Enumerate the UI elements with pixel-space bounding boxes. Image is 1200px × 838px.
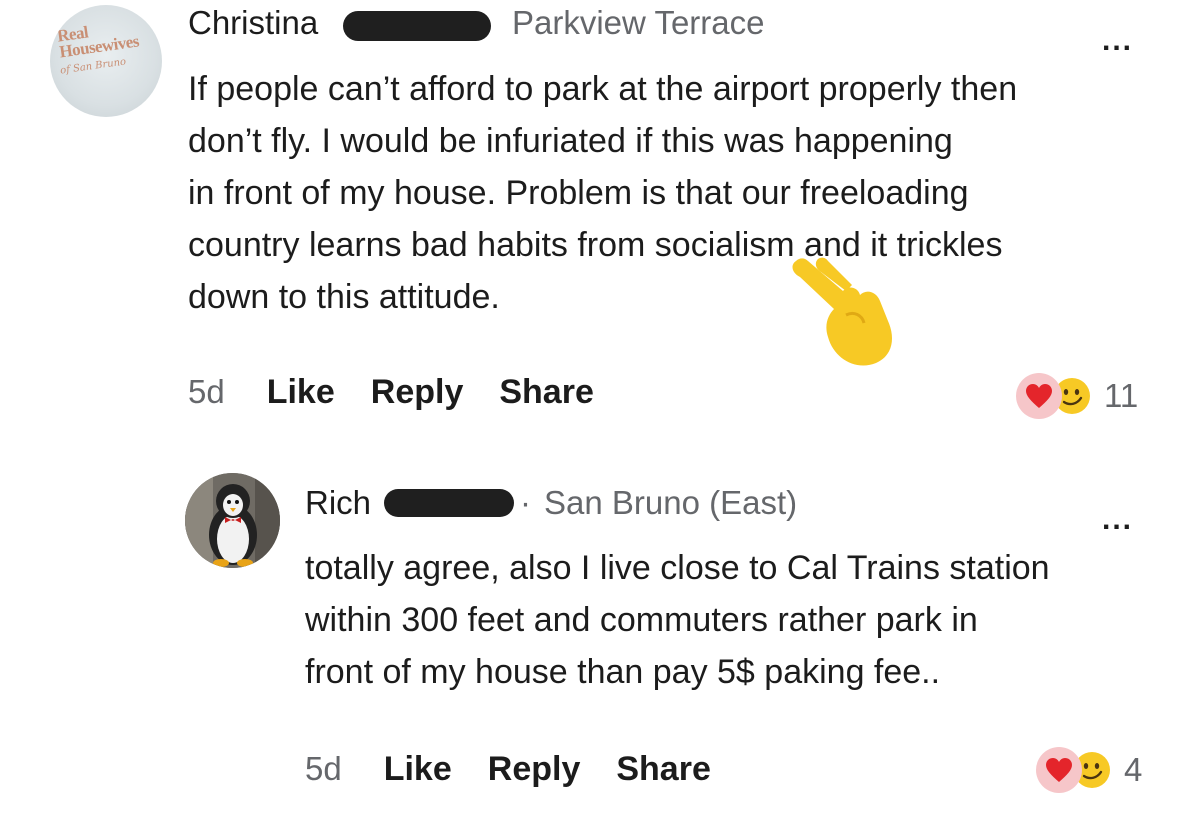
heart-icon [1016,373,1062,419]
avatar-logo-text: Real Housewives [55,22,140,62]
comment-actions: 5d Like Reply Share [305,750,747,789]
comment-text-line: front of my house than pay 5$ paking fee… [305,653,941,691]
more-options-icon[interactable]: ... [1102,26,1133,56]
reactions-summary[interactable]: 4 [1036,747,1142,793]
author-location[interactable]: San Bruno (East) [544,484,797,522]
reaction-count: 11 [1104,377,1139,414]
comment-text-line: down to this attitude. [188,278,500,316]
comment-text-line: don’t fly. I would be infuriated if this… [188,122,953,160]
redacted-surname [343,11,491,41]
comment-text-line: in front of my house. Problem is that ou… [188,174,969,212]
reaction-count: 4 [1124,751,1143,788]
avatar[interactable] [185,473,280,568]
share-button[interactable]: Share [616,750,711,789]
reply-button[interactable]: Reply [371,373,464,412]
comment-text-line: If people can’t afford to park at the ai… [188,70,1018,108]
comment-timestamp[interactable]: 5d [305,750,342,788]
redacted-surname [384,489,514,517]
comment-text-line: totally agree, also I live close to Cal … [305,549,1050,587]
author-name[interactable]: Christina [188,4,318,42]
author-location[interactable]: Parkview Terrace [512,4,764,42]
share-button[interactable]: Share [499,373,594,412]
pointing-hand-emoji-icon [792,257,892,366]
reactions-summary[interactable]: 11 [1016,373,1138,419]
like-button[interactable]: Like [267,373,335,412]
location-separator: · [520,484,531,521]
more-options-icon[interactable]: ... [1102,505,1133,535]
comment-timestamp[interactable]: 5d [188,373,225,411]
avatar[interactable]: Real Housewives of San Bruno [50,5,162,117]
author-name[interactable]: Rich [305,484,371,522]
reply-button[interactable]: Reply [488,750,581,789]
heart-icon [1036,747,1082,793]
comment-actions: 5d Like Reply Share [188,373,630,412]
like-button[interactable]: Like [384,750,452,789]
comment-text-line: within 300 feet and commuters rather par… [305,601,978,639]
